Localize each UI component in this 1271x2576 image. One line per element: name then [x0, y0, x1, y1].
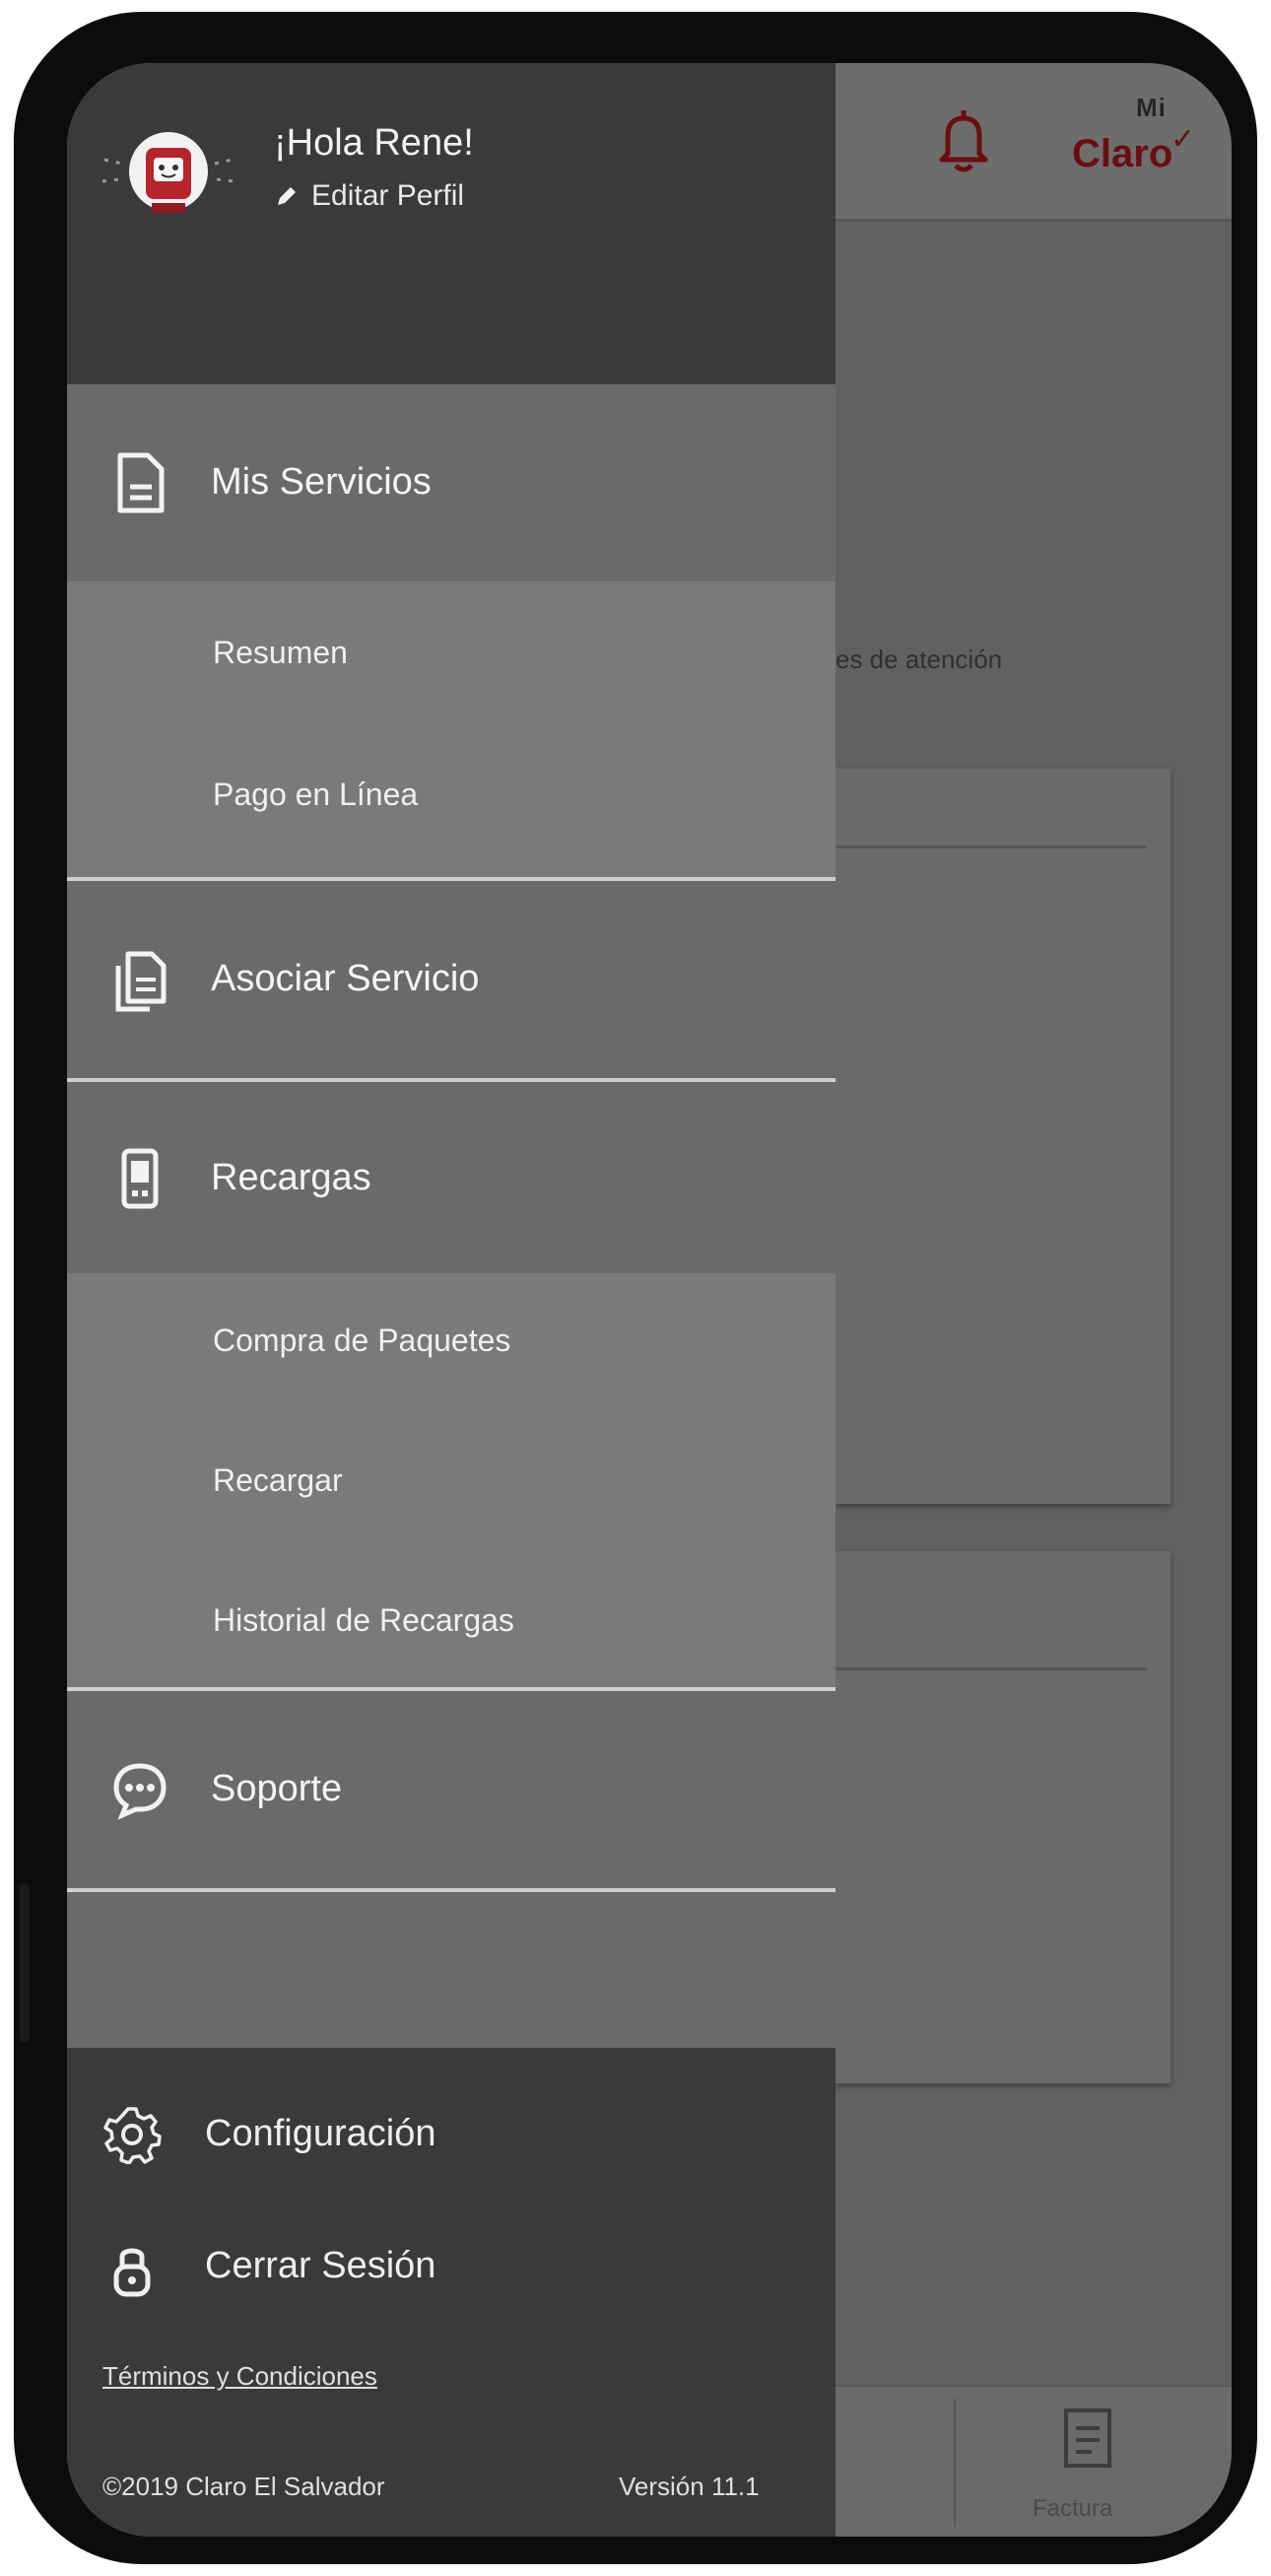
- submenu-item-pago-en-linea[interactable]: Pago en Línea: [213, 777, 418, 813]
- terms-link[interactable]: Términos y Condiciones: [102, 2361, 377, 2392]
- pencil-icon: [278, 187, 296, 205]
- document-icon: [117, 452, 165, 513]
- gear-icon: [103, 2107, 162, 2164]
- menu-mis-servicios[interactable]: Mis Servicios: [67, 384, 836, 581]
- bell-icon[interactable]: [934, 104, 993, 175]
- side-button: [20, 1884, 30, 2042]
- logo-check-icon: ✓: [1171, 123, 1196, 156]
- greeting-text: ¡Hola Rene!: [274, 122, 474, 164]
- submenu-item-historial-de-recargas[interactable]: Historial de Recargas: [213, 1602, 514, 1639]
- edit-profile-link[interactable]: Editar Perfil: [274, 179, 464, 213]
- submenu-item-resumen[interactable]: Resumen: [213, 635, 348, 671]
- menu-label-asociar-servicio: Asociar Servicio: [211, 958, 480, 999]
- background-card: [836, 769, 1171, 1504]
- version-text: Versión 11.1: [619, 2472, 760, 2501]
- copyright-text: ©2019 Claro El Salvador: [102, 2472, 385, 2501]
- invoice-icon[interactable]: [1058, 2405, 1117, 2474]
- menu-divider: [67, 1888, 836, 1892]
- menu-soporte[interactable]: Soporte: [67, 1691, 836, 1888]
- submenu-mis-servicios: Resumen Pago en Línea: [67, 581, 836, 879]
- avatar[interactable]: [95, 120, 242, 229]
- tab-factura[interactable]: Factura: [1033, 2495, 1112, 2523]
- cerrar-sesion-label: Cerrar Sesión: [205, 2245, 436, 2286]
- background-text: es de atención: [836, 644, 1003, 674]
- menu-label-soporte: Soporte: [211, 1768, 343, 1809]
- configuracion-label: Configuración: [205, 2113, 436, 2154]
- tab-divider: [954, 2399, 956, 2527]
- chat-bubble-icon: [113, 1763, 167, 1820]
- background-card: [836, 1551, 1171, 2083]
- submenu-item-recargar[interactable]: Recargar: [213, 1462, 343, 1499]
- menu-label-recargas: Recargas: [211, 1157, 371, 1198]
- logo-claro-text: Claro: [1072, 132, 1173, 175]
- phone-icon: [121, 1148, 159, 1209]
- submenu-recargas: Compra de Paquetes Recargar Historial de…: [67, 1273, 836, 1687]
- menu-asociar-servicio[interactable]: Asociar Servicio: [67, 881, 836, 1078]
- submenu-item-compra-de-paquetes[interactable]: Compra de Paquetes: [213, 1322, 510, 1359]
- drawer-header: ¡Hola Rene! Editar Perfil: [67, 63, 836, 384]
- drawer-footer: Configuración Cerrar Sesión Términos y C…: [67, 2048, 836, 2537]
- navigation-drawer: ¡Hola Rene! Editar Perfil Mis Servicios: [67, 63, 836, 2537]
- screen: Mi Claro ✓ es de atención Factura ¡Hola …: [67, 63, 1232, 2537]
- logo-mi-text: Mi: [1136, 93, 1167, 122]
- edit-profile-label: Editar Perfil: [311, 179, 465, 212]
- copy-document-icon: [115, 951, 167, 1012]
- lock-icon: [113, 2248, 151, 2297]
- phone-frame: Mi Claro ✓ es de atención Factura ¡Hola …: [14, 12, 1257, 2564]
- menu-recargas[interactable]: Recargas: [67, 1082, 836, 1273]
- menu-label-mis-servicios: Mis Servicios: [211, 461, 432, 503]
